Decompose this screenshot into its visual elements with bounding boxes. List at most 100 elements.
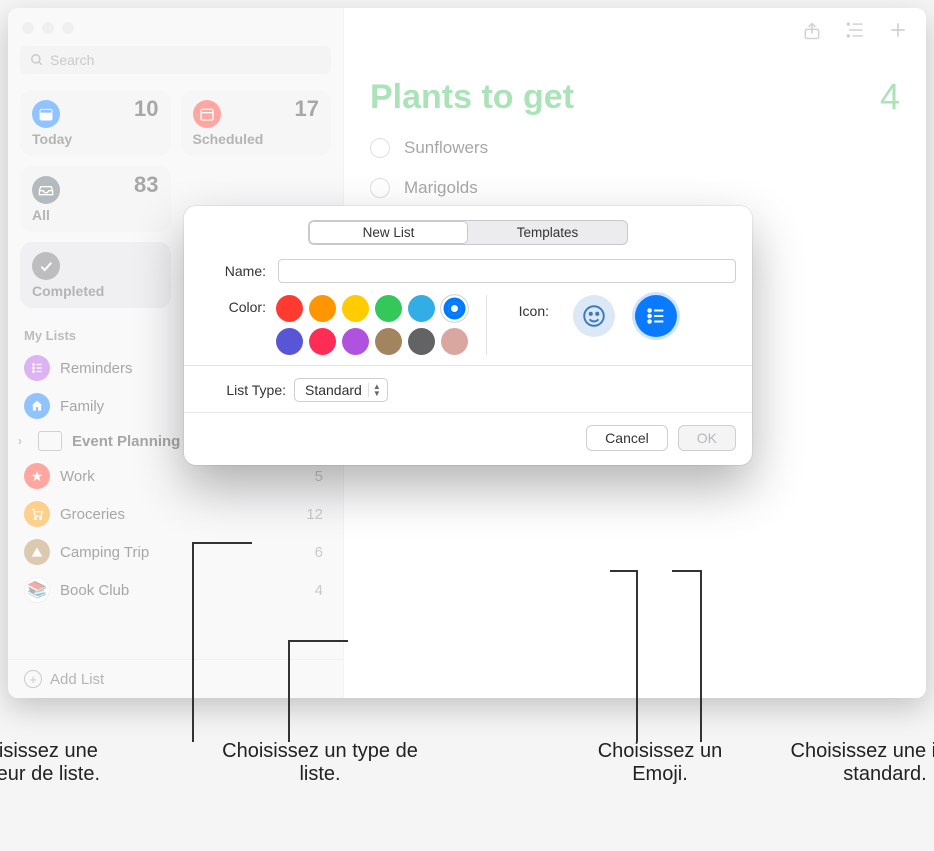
list-label: Camping Trip: [60, 544, 305, 561]
color-orange[interactable]: [309, 295, 336, 322]
view-icon[interactable]: [844, 20, 866, 42]
list-type-label: List Type:: [200, 382, 286, 398]
name-label: Name:: [200, 259, 266, 279]
callout-leader: [192, 542, 252, 544]
traffic-light-min[interactable]: [42, 22, 54, 34]
reminder-row[interactable]: Marigolds: [344, 168, 926, 208]
color-pink[interactable]: [309, 328, 336, 355]
calendar-icon: [32, 100, 60, 128]
smart-today[interactable]: 10 Today: [20, 90, 171, 156]
all-count: 83: [134, 172, 158, 198]
color-purple[interactable]: [342, 328, 369, 355]
chevron-right-icon: ›: [18, 434, 28, 448]
callout-leader: [192, 542, 194, 742]
new-list-modal: New List Templates Name: Color:: [184, 206, 752, 465]
list-title: Plants to get: [370, 78, 574, 117]
all-label: All: [32, 207, 159, 223]
callouts: Choisissez une couleur de liste. Choisis…: [0, 740, 934, 786]
cancel-button[interactable]: Cancel: [586, 425, 668, 451]
divider: [184, 365, 752, 366]
callout-leader: [288, 640, 348, 642]
scheduled-count: 17: [295, 96, 319, 122]
standard-icon-button[interactable]: [635, 295, 677, 337]
window-controls: [8, 8, 343, 40]
list-count: 6: [315, 544, 327, 561]
smart-completed[interactable]: Completed: [20, 242, 171, 308]
calendar-icon: [193, 100, 221, 128]
plus-icon: +: [24, 670, 42, 688]
callout-leader: [636, 570, 638, 742]
add-icon[interactable]: [888, 20, 908, 42]
add-list-label: Add List: [50, 671, 104, 688]
color-indigo[interactable]: [276, 328, 303, 355]
list-count: 4: [315, 582, 327, 599]
color-yellow[interactable]: [342, 295, 369, 322]
share-icon[interactable]: [802, 20, 822, 42]
search-input[interactable]: Search: [20, 46, 331, 74]
color-label: Color:: [200, 295, 266, 355]
checkbox[interactable]: [370, 178, 390, 198]
color-lightblue[interactable]: [408, 295, 435, 322]
book-icon: 📚: [24, 577, 50, 603]
list-icon: [24, 355, 50, 381]
list-count: 12: [306, 506, 327, 523]
tab-new-list[interactable]: New List: [309, 221, 468, 244]
color-blue-selected[interactable]: [441, 295, 468, 322]
search-placeholder: Search: [50, 52, 94, 68]
add-list-button[interactable]: + Add List: [8, 659, 343, 698]
list-type-value: Standard: [305, 382, 362, 398]
today-count: 10: [134, 96, 158, 122]
completed-label: Completed: [32, 283, 159, 299]
sidebar-item-camping[interactable]: Camping Trip 6: [8, 533, 343, 571]
reminder-row[interactable]: Sunflowers: [344, 128, 926, 168]
reminder-title: Sunflowers: [404, 138, 488, 158]
tray-icon: [32, 176, 60, 204]
emoji-picker-button[interactable]: [573, 295, 615, 337]
traffic-light-max[interactable]: [62, 22, 74, 34]
home-icon: [24, 393, 50, 419]
color-green[interactable]: [375, 295, 402, 322]
list-count: 5: [315, 468, 327, 485]
updown-icon: ▲▼: [368, 383, 381, 397]
callout-color: Choisissez une couleur de liste.: [0, 740, 130, 786]
callout-leader: [610, 570, 636, 572]
sidebar-item-groceries[interactable]: Groceries 12: [8, 495, 343, 533]
color-rose[interactable]: [441, 328, 468, 355]
reminder-title: Marigolds: [404, 178, 478, 198]
sidebar-item-bookclub[interactable]: 📚 Book Club 4: [8, 571, 343, 609]
color-swatches: [276, 295, 468, 355]
divider: [184, 412, 752, 413]
search-icon: [30, 53, 44, 67]
list-label: Work: [60, 468, 305, 485]
divider: [486, 295, 487, 355]
icon-label: Icon:: [505, 295, 549, 319]
callout-emoji: Choisissez un Emoji.: [570, 740, 750, 786]
callout-standard-icon: Choisissez une icône standard.: [770, 740, 934, 786]
tent-icon: [24, 539, 50, 565]
toolbar: [344, 8, 926, 46]
callout-leader: [700, 570, 702, 742]
scheduled-label: Scheduled: [193, 131, 320, 147]
ok-button[interactable]: OK: [678, 425, 736, 451]
today-label: Today: [32, 131, 159, 147]
check-icon: [32, 252, 60, 280]
list-label: Book Club: [60, 582, 305, 599]
callout-list-type: Choisissez un type de liste.: [220, 740, 420, 786]
tab-templates[interactable]: Templates: [468, 221, 627, 244]
smart-scheduled[interactable]: 17 Scheduled: [181, 90, 332, 156]
smart-all[interactable]: 83 All: [20, 166, 171, 232]
name-input[interactable]: [278, 259, 736, 283]
segmented-control[interactable]: New List Templates: [308, 220, 628, 245]
callout-leader: [288, 640, 290, 742]
checkbox[interactable]: [370, 138, 390, 158]
color-gray[interactable]: [408, 328, 435, 355]
list-type-select[interactable]: Standard ▲▼: [294, 378, 388, 402]
list-total: 4: [880, 76, 900, 118]
color-brown[interactable]: [375, 328, 402, 355]
cart-icon: [24, 501, 50, 527]
callout-leader: [672, 570, 700, 572]
color-red[interactable]: [276, 295, 303, 322]
star-icon: ★: [24, 463, 50, 489]
list-label: Groceries: [60, 506, 296, 523]
traffic-light-close[interactable]: [22, 22, 34, 34]
